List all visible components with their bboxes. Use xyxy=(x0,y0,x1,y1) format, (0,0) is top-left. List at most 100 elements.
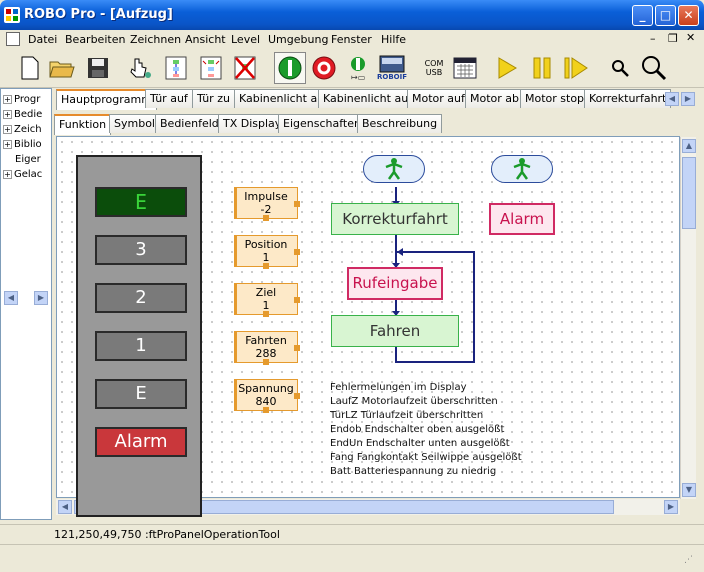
variable-spannung[interactable]: Spannung 840 xyxy=(234,379,300,413)
view-tab-bar: Funktion Symbol Bedienfeld TX Display Ei… xyxy=(54,114,704,136)
tab-korrekturfahrt[interactable]: Korrekturfahrt xyxy=(584,89,672,108)
tab-symbol[interactable]: Symbol xyxy=(109,114,160,133)
tabs-scroll-right[interactable]: ▶ xyxy=(681,92,695,106)
tree-item[interactable]: + Biblio xyxy=(3,139,42,150)
open-folder-icon[interactable] xyxy=(48,54,76,82)
tab-tx-display[interactable]: TX Display xyxy=(218,114,287,133)
tree-item[interactable]: + Progr xyxy=(3,94,40,105)
tab-beschreibung[interactable]: Beschreibung xyxy=(357,114,443,133)
menu-zeichnen[interactable]: Zeichnen xyxy=(130,33,181,46)
save-icon[interactable] xyxy=(84,54,112,82)
menu-datei[interactable]: Datei xyxy=(28,33,57,46)
alarm-button[interactable]: Alarm xyxy=(95,427,187,457)
close-button[interactable]: ✕ xyxy=(678,5,699,26)
scroll-right-button[interactable]: ▶ xyxy=(664,500,678,514)
tree-item[interactable]: + Gelac xyxy=(3,169,42,180)
start-icon[interactable] xyxy=(274,52,306,84)
comment-line: Fehlermelungen im Display xyxy=(330,382,467,393)
mdi-close-button[interactable]: ✕ xyxy=(686,31,695,44)
robo-if-icon[interactable]: ROBOIF xyxy=(377,54,408,82)
title-bar: ROBO Pro - [Aufzug] _ □ ✕ xyxy=(0,0,704,30)
scroll-thumb[interactable] xyxy=(682,157,696,229)
pointer-tool-icon[interactable] xyxy=(126,54,154,82)
menu-umgebung[interactable]: Umgebung xyxy=(268,33,328,46)
variable-name: Fahrten xyxy=(245,334,287,347)
tree-item[interactable]: + Zeich xyxy=(3,124,42,135)
fahren-block[interactable]: Fahren xyxy=(331,315,459,347)
subprogram-icon[interactable] xyxy=(162,54,190,82)
variable-fahrten[interactable]: Fahrten 288 xyxy=(234,331,300,365)
control-panel: E 3 2 1 E Alarm xyxy=(76,155,202,517)
doc-icon[interactable] xyxy=(6,32,20,46)
resize-grip-icon[interactable]: ⋰ xyxy=(684,555,698,569)
menu-fenster[interactable]: Fenster xyxy=(331,33,372,46)
tab-tuer-zu[interactable]: Tür zu xyxy=(192,89,235,108)
zoom-out-icon[interactable] xyxy=(640,54,668,82)
com-label: COM xyxy=(424,59,444,68)
com-usb-icon[interactable]: COM USB xyxy=(416,54,444,82)
scroll-left-button[interactable]: ◀ xyxy=(58,500,72,514)
tab-funktion[interactable]: Funktion xyxy=(54,114,112,135)
insert-subprogram-icon[interactable] xyxy=(197,54,225,82)
tab-motor-ab[interactable]: Motor ab xyxy=(465,89,525,108)
object-tree[interactable]: + Progr + Bedie + Zeich + Biblio Eiger + Gela… xyxy=(0,88,52,520)
stop-icon[interactable] xyxy=(310,54,338,82)
tabs-scroll-left[interactable]: ◀ xyxy=(665,92,679,106)
app-icon[interactable] xyxy=(4,7,20,23)
delete-icon[interactable] xyxy=(231,54,259,82)
usb-label: USB xyxy=(425,68,443,77)
menu-level[interactable]: Level xyxy=(231,33,260,46)
tab-hauptprogramm[interactable]: Hauptprogramm xyxy=(56,89,157,110)
step-forward-icon[interactable] xyxy=(562,54,590,82)
tree-scroll-left[interactable]: ◀ xyxy=(4,291,18,305)
scroll-up-button[interactable]: ▲ xyxy=(682,139,696,153)
floor-1-button[interactable]: 1 xyxy=(95,331,187,361)
tab-bedienfeld[interactable]: Bedienfeld xyxy=(155,114,224,133)
scroll-down-button[interactable]: ▼ xyxy=(682,483,696,497)
menu-hilfe[interactable]: Hilfe xyxy=(381,33,406,46)
comment-line: EndUn Endschalter unten ausgelößt xyxy=(330,438,510,449)
tree-scroll-right[interactable]: ▶ xyxy=(34,291,48,305)
minimize-button[interactable]: _ xyxy=(632,5,653,26)
variable-ziel[interactable]: Ziel 1 xyxy=(234,283,300,317)
toolbar: ↦▭ ROBOIF COM USB xyxy=(0,50,704,88)
alarm-block[interactable]: Alarm xyxy=(489,203,555,235)
tab-kabinenlicht-an[interactable]: Kabinenlicht an xyxy=(234,89,330,108)
tree-item[interactable]: Eiger xyxy=(15,154,41,165)
menu-ansicht[interactable]: Ansicht xyxy=(185,33,226,46)
tab-kabinenlicht-aus[interactable]: Kabinenlicht aus xyxy=(318,89,419,108)
new-file-icon[interactable] xyxy=(16,54,44,82)
tab-tuer-auf[interactable]: Tür auf xyxy=(145,89,193,108)
robo-if-label: ROBOIF xyxy=(377,73,408,81)
window-title: ROBO Pro - [Aufzug] xyxy=(24,7,173,22)
tab-motor-auf[interactable]: Motor auf xyxy=(407,89,470,108)
tab-eigenschaften[interactable]: Eigenschaften xyxy=(278,114,366,133)
calendar-icon[interactable] xyxy=(451,54,479,82)
start-icon xyxy=(385,158,403,180)
tab-motor-stop[interactable]: Motor stop xyxy=(520,89,590,108)
canvas-vertical-scrollbar[interactable]: ▲ ▼ xyxy=(680,137,696,499)
status-bar: 121,250,49,750 :ftProPanelOperationTool xyxy=(0,524,704,544)
comment-line: Fang Fangkontakt Seilwippe ausgelößt xyxy=(330,452,522,463)
variable-position[interactable]: Position 1 xyxy=(234,235,300,269)
zoom-in-icon[interactable] xyxy=(606,54,634,82)
mdi-restore-button[interactable]: ❐ xyxy=(668,32,678,45)
bottom-border: ⋰ xyxy=(0,544,704,572)
play-icon[interactable] xyxy=(493,54,521,82)
tree-item[interactable]: + Bedie xyxy=(3,109,42,120)
variable-impulse[interactable]: Impulse -2 xyxy=(234,187,300,221)
step-icon[interactable]: ↦▭ xyxy=(344,54,372,82)
program-tab-bar: Hauptprogramm Tür auf Tür zu Kabinenlich… xyxy=(54,89,704,111)
start-node[interactable] xyxy=(363,155,425,183)
pause-icon[interactable] xyxy=(528,54,556,82)
floor-3-button[interactable]: 3 xyxy=(95,235,187,265)
korrekturfahrt-block[interactable]: Korrekturfahrt xyxy=(331,203,459,235)
menu-bearbeiten[interactable]: Bearbeiten xyxy=(65,33,125,46)
rufeingabe-block[interactable]: Rufeingabe xyxy=(347,267,443,300)
alarm-start-node[interactable] xyxy=(491,155,553,183)
floor-2-button[interactable]: 2 xyxy=(95,283,187,313)
mdi-minimize-button[interactable]: – xyxy=(650,32,656,45)
variable-name: Spannung xyxy=(238,382,294,395)
floor-e-button[interactable]: E xyxy=(95,379,187,409)
maximize-button[interactable]: □ xyxy=(655,5,676,26)
